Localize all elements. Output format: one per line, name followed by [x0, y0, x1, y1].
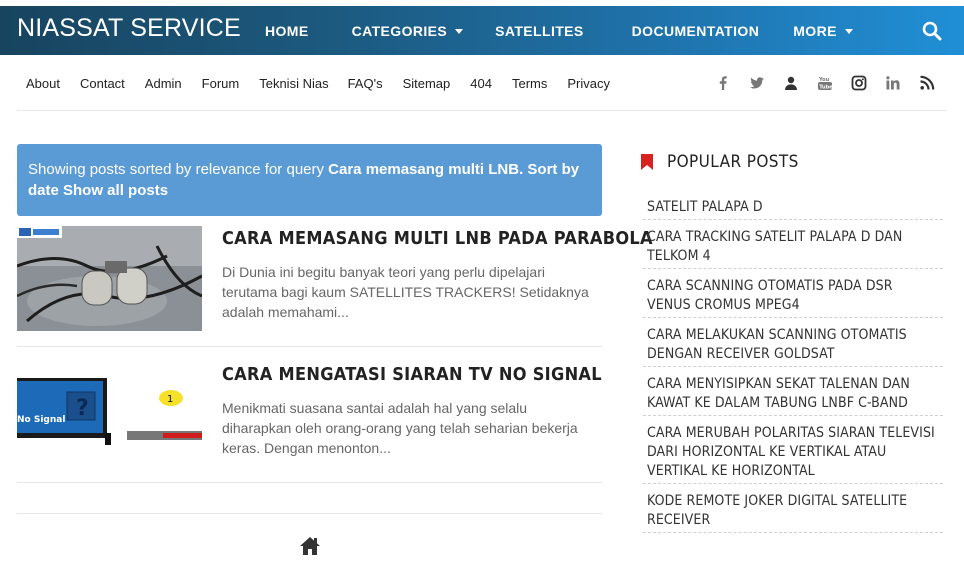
- youtube-icon[interactable]: You Tube: [817, 75, 833, 91]
- twitter-icon[interactable]: [749, 75, 765, 91]
- nav-more[interactable]: MORE: [793, 23, 853, 39]
- popular-post-item[interactable]: CARA TRACKING SATELIT PALAPA D DAN TELKO…: [643, 220, 943, 269]
- search-icon[interactable]: [922, 21, 942, 41]
- bookmark-icon: [641, 154, 653, 170]
- nav-satellites-label: SATELLITES: [495, 22, 584, 39]
- main-nav: HOME CATEGORIES SATELLITES DOCUMENTATION…: [265, 6, 853, 55]
- show-all-posts-link[interactable]: Show all posts: [63, 182, 168, 199]
- facebook-icon[interactable]: [715, 75, 731, 91]
- linkedin-icon[interactable]: [885, 75, 901, 91]
- thumb-no-signal-text: No Signal: [17, 415, 66, 425]
- popular-posts-title: POPULAR POSTS: [667, 152, 799, 172]
- social-links: You Tube: [697, 55, 935, 111]
- popular-post-item[interactable]: KODE REMOTE JOKER DIGITAL SATELLITE RECE…: [643, 484, 943, 533]
- nav-home[interactable]: HOME: [265, 23, 309, 39]
- thumb-badge-number: 1: [167, 394, 173, 405]
- popular-post-item[interactable]: SATELIT PALAPA D: [643, 190, 943, 220]
- user-icon[interactable]: [783, 75, 799, 91]
- link-contact[interactable]: Contact: [80, 76, 125, 91]
- post-title[interactable]: CARA MENGATASI SIARAN TV NO SIGNAL: [222, 364, 602, 385]
- post-item: ? 1 No Signal CARA MENGATASI SIARAN TV N…: [17, 362, 602, 483]
- link-faqs[interactable]: FAQ's: [348, 76, 383, 91]
- link-forum[interactable]: Forum: [202, 76, 240, 91]
- popular-post-item[interactable]: CARA SCANNING OTOMATIS PADA DSR VENUS CR…: [643, 269, 943, 318]
- instagram-icon[interactable]: [851, 75, 867, 91]
- popular-post-item[interactable]: CARA MERUBAH POLARITAS SIARAN TELEVISI D…: [643, 416, 943, 484]
- page-links: About Contact Admin Forum Teknisi Nias F…: [26, 55, 610, 111]
- popular-post-item[interactable]: CARA MENYISIPKAN SEKAT TALENAN DAN KAWAT…: [643, 367, 943, 416]
- secondary-nav: About Contact Admin Forum Teknisi Nias F…: [17, 55, 947, 111]
- site-header: NIASSAT SERVICE HOME CATEGORIES SATELLIT…: [0, 6, 964, 55]
- status-prefix: Showing posts sorted by relevance for qu…: [28, 161, 329, 178]
- nav-documentation[interactable]: DOCUMENTATION: [632, 23, 760, 39]
- link-admin[interactable]: Admin: [145, 76, 182, 91]
- nav-categories[interactable]: CATEGORIES: [352, 23, 464, 39]
- nav-satellites[interactable]: SATELLITES: [495, 23, 584, 39]
- link-404[interactable]: 404: [470, 76, 492, 91]
- link-terms[interactable]: Terms: [512, 76, 547, 91]
- popular-posts-header: POPULAR POSTS: [641, 151, 799, 173]
- post-snippet: Menikmati suasana santai adalah hal yang…: [222, 400, 578, 456]
- nav-home-label: HOME: [265, 22, 309, 39]
- nav-more-label: MORE: [793, 22, 837, 39]
- chevron-down-icon: [455, 28, 464, 34]
- post-thumbnail-lnb[interactable]: [17, 226, 202, 331]
- popular-posts-list: SATELIT PALAPA D CARA TRACKING SATELIT P…: [643, 190, 943, 533]
- svg-text:Tube: Tube: [819, 84, 833, 90]
- nav-documentation-label: DOCUMENTATION: [631, 22, 760, 39]
- link-sitemap[interactable]: Sitemap: [403, 76, 451, 91]
- home-icon[interactable]: [298, 535, 322, 557]
- site-logo-text[interactable]: NIASSAT SERVICE: [17, 14, 241, 43]
- post-snippet: Di Dunia ini begitu banyak teori yang pe…: [222, 264, 589, 320]
- status-query: Cara memasang multi LNB: [328, 161, 520, 178]
- post-title[interactable]: CARA MEMASANG MULTI LNB PADA PARABOLA: [222, 228, 653, 249]
- pagination-divider: [17, 513, 602, 514]
- search-status-message: Showing posts sorted by relevance for qu…: [17, 144, 602, 216]
- post-item: CARA MEMASANG MULTI LNB PADA PARABOLA Di…: [17, 226, 653, 347]
- post-thumbnail-no-signal[interactable]: ? 1 No Signal: [17, 375, 202, 450]
- link-about[interactable]: About: [26, 76, 60, 91]
- link-privacy[interactable]: Privacy: [567, 76, 610, 91]
- popular-post-item[interactable]: CARA MELAKUKAN SCANNING OTOMATIS DENGAN …: [643, 318, 943, 367]
- link-teknisi-nias[interactable]: Teknisi Nias: [259, 76, 328, 91]
- rss-icon[interactable]: [919, 75, 935, 91]
- chevron-down-icon: [844, 28, 853, 34]
- svg-text:?: ?: [76, 396, 89, 421]
- nav-categories-label: CATEGORIES: [351, 22, 448, 39]
